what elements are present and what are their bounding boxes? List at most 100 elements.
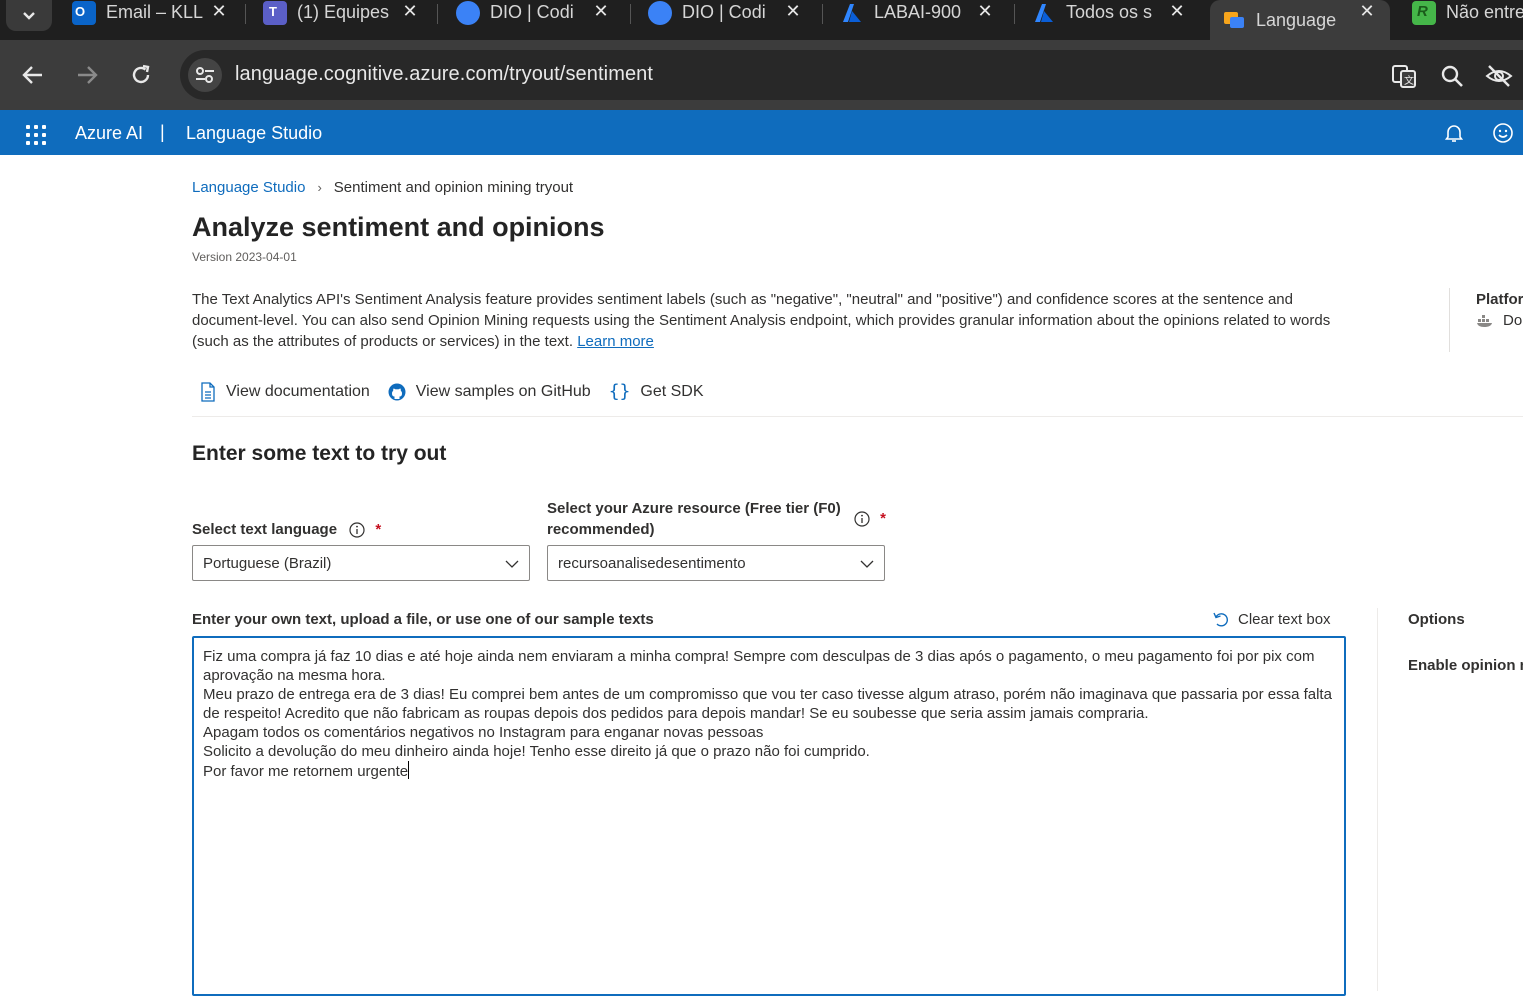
- tab-title: LABAI-900: [874, 2, 962, 22]
- zoom-icon[interactable]: [1438, 62, 1466, 90]
- reload-icon: [132, 64, 150, 84]
- smiley-feedback-icon[interactable]: [1492, 122, 1514, 144]
- document-icon: [200, 381, 216, 402]
- azure-icon: [840, 1, 864, 25]
- info-icon[interactable]: [854, 511, 870, 527]
- site-info-button[interactable]: [188, 58, 222, 92]
- arrow-left-icon: [22, 66, 42, 84]
- breadcrumb-root-link[interactable]: Language Studio: [192, 179, 305, 196]
- rocketseat-icon: R: [1412, 0, 1436, 25]
- get-sdk-label: Get SDK: [640, 382, 704, 400]
- language-dropdown[interactable]: Portuguese (Brazil): [192, 545, 530, 581]
- options-heading: Options: [1408, 611, 1465, 628]
- dio-icon: [648, 0, 672, 25]
- chevron-down-icon: [860, 556, 874, 573]
- tab-title: Email – KLL: [106, 2, 204, 22]
- app-launcher-icon[interactable]: [26, 125, 46, 145]
- translate-icon[interactable]: 文: [1390, 62, 1418, 90]
- resource-selected-value: recursoanalisedesentimento: [558, 555, 746, 572]
- browser-tab[interactable]: O Email – KLL ✕: [72, 0, 230, 25]
- url-text[interactable]: language.cognitive.azure.com/tryout/sent…: [235, 63, 653, 86]
- clear-text-label: Clear text box: [1238, 610, 1331, 628]
- forward-button[interactable]: [72, 60, 102, 90]
- browser-tab[interactable]: DIO | Codi ✕: [456, 0, 612, 25]
- language-label: Select text language *: [192, 519, 381, 540]
- browser-tab-strip: O Email – KLL ✕ T (1) Equipes ✕ DIO | Co…: [0, 0, 1523, 40]
- resource-label-aside: *: [846, 508, 886, 529]
- eye-off-icon[interactable]: [1485, 62, 1513, 90]
- text-line: Meu prazo de entrega era de 3 dias! Eu c…: [203, 686, 1337, 722]
- tab-title: DIO | Codi: [490, 2, 574, 22]
- teams-icon: T: [263, 0, 287, 25]
- back-button[interactable]: [18, 60, 48, 90]
- close-tab-icon[interactable]: ✕: [1166, 0, 1188, 24]
- panel-divider: [1449, 288, 1450, 352]
- address-bar[interactable]: language.cognitive.azure.com/tryout/sent…: [180, 50, 1523, 100]
- browser-tab[interactable]: T (1) Equipes ✕: [263, 0, 421, 25]
- enable-opinion-mining-label: Enable opinion m: [1408, 657, 1523, 674]
- view-github-samples-link[interactable]: View samples on GitHub: [388, 383, 591, 401]
- close-tab-icon[interactable]: ✕: [782, 0, 804, 24]
- platform-value-text: Do: [1503, 312, 1523, 329]
- browser-tab[interactable]: DIO | Codi ✕: [648, 0, 804, 25]
- resource-dropdown[interactable]: recursoanalisedesentimento: [547, 545, 885, 581]
- resource-label-line2: recommended): [547, 521, 655, 538]
- view-documentation-label: View documentation: [226, 382, 370, 400]
- bell-icon[interactable]: [1443, 122, 1465, 144]
- outlook-icon: O: [72, 0, 96, 25]
- feature-description: The Text Analytics API's Sentiment Analy…: [192, 289, 1362, 352]
- page-title: Analyze sentiment and opinions: [192, 212, 605, 242]
- required-asterisk: *: [375, 521, 382, 538]
- section-divider: [192, 416, 1523, 417]
- tab-title: DIO | Codi: [682, 2, 766, 22]
- close-tab-icon[interactable]: ✕: [208, 0, 230, 24]
- docker-icon: [1477, 314, 1492, 327]
- tab-title: Todos os s: [1066, 2, 1153, 22]
- text-line-last: Por favor me retornem urgente: [203, 761, 1335, 781]
- breadcrumb: Language Studio › Sentiment and opinion …: [192, 179, 573, 196]
- textbox-label: Enter your own text, upload a file, or u…: [192, 611, 654, 628]
- github-icon: [388, 383, 406, 401]
- text-line: Fiz uma compra já faz 10 dias e até hoje…: [203, 648, 1319, 684]
- resource-label: Select your Azure resource (Free tier (F…: [547, 498, 841, 540]
- text-input-area[interactable]: Fiz uma compra já faz 10 dias e até hoje…: [192, 636, 1346, 996]
- view-documentation-link[interactable]: View documentation: [200, 381, 370, 402]
- chevron-down-icon: [23, 11, 35, 20]
- get-sdk-link[interactable]: {} Get SDK: [609, 381, 704, 402]
- browser-tab[interactable]: LABAI-900 ✕: [840, 0, 996, 25]
- close-tab-icon[interactable]: ✕: [1356, 0, 1378, 24]
- azure-icon: [1032, 1, 1056, 25]
- resource-label-line1: Select your Azure resource (Free tier (F…: [547, 500, 841, 517]
- close-tab-icon[interactable]: ✕: [399, 0, 421, 24]
- chevron-down-icon: [505, 556, 519, 573]
- info-icon[interactable]: [349, 522, 365, 538]
- learn-more-link[interactable]: Learn more: [577, 333, 654, 350]
- text-line: Por favor me retornem urgente: [203, 763, 409, 780]
- resource-links: View documentation View samples on GitHu…: [200, 381, 722, 402]
- options-divider: [1377, 608, 1378, 991]
- app-name[interactable]: Language Studio: [186, 123, 322, 144]
- platform-label: Platfor: [1476, 291, 1523, 308]
- reload-button[interactable]: [126, 60, 156, 90]
- text-cursor: [408, 761, 410, 779]
- tab-title: Language: [1256, 9, 1337, 30]
- tune-icon: [196, 67, 214, 83]
- language-selected-value: Portuguese (Brazil): [203, 555, 332, 572]
- text-line: Solicito a devolução do meu dinheiro ain…: [203, 743, 870, 760]
- close-tab-icon[interactable]: ✕: [974, 0, 996, 24]
- browser-tab[interactable]: R Não entre: [1412, 0, 1523, 25]
- close-tab-icon[interactable]: ✕: [590, 0, 612, 24]
- platform-value: Do: [1476, 312, 1522, 329]
- tryout-heading: Enter some text to try out: [192, 442, 447, 465]
- browser-tab-active[interactable]: Language ✕: [1210, 0, 1390, 40]
- header-divider: |: [160, 122, 165, 142]
- language-studio-icon: [1222, 8, 1246, 32]
- browser-tab[interactable]: Todos os s ✕: [1032, 0, 1188, 25]
- version-label: Version 2023-04-01: [192, 250, 297, 264]
- clear-text-button[interactable]: Clear text box: [1212, 610, 1331, 628]
- product-name[interactable]: Azure AI: [75, 123, 143, 144]
- tab-search-button[interactable]: [6, 0, 52, 31]
- chevron-right-icon: ›: [317, 180, 322, 195]
- tab-title: (1) Equipes: [297, 2, 390, 22]
- braces-icon: {}: [608, 381, 631, 402]
